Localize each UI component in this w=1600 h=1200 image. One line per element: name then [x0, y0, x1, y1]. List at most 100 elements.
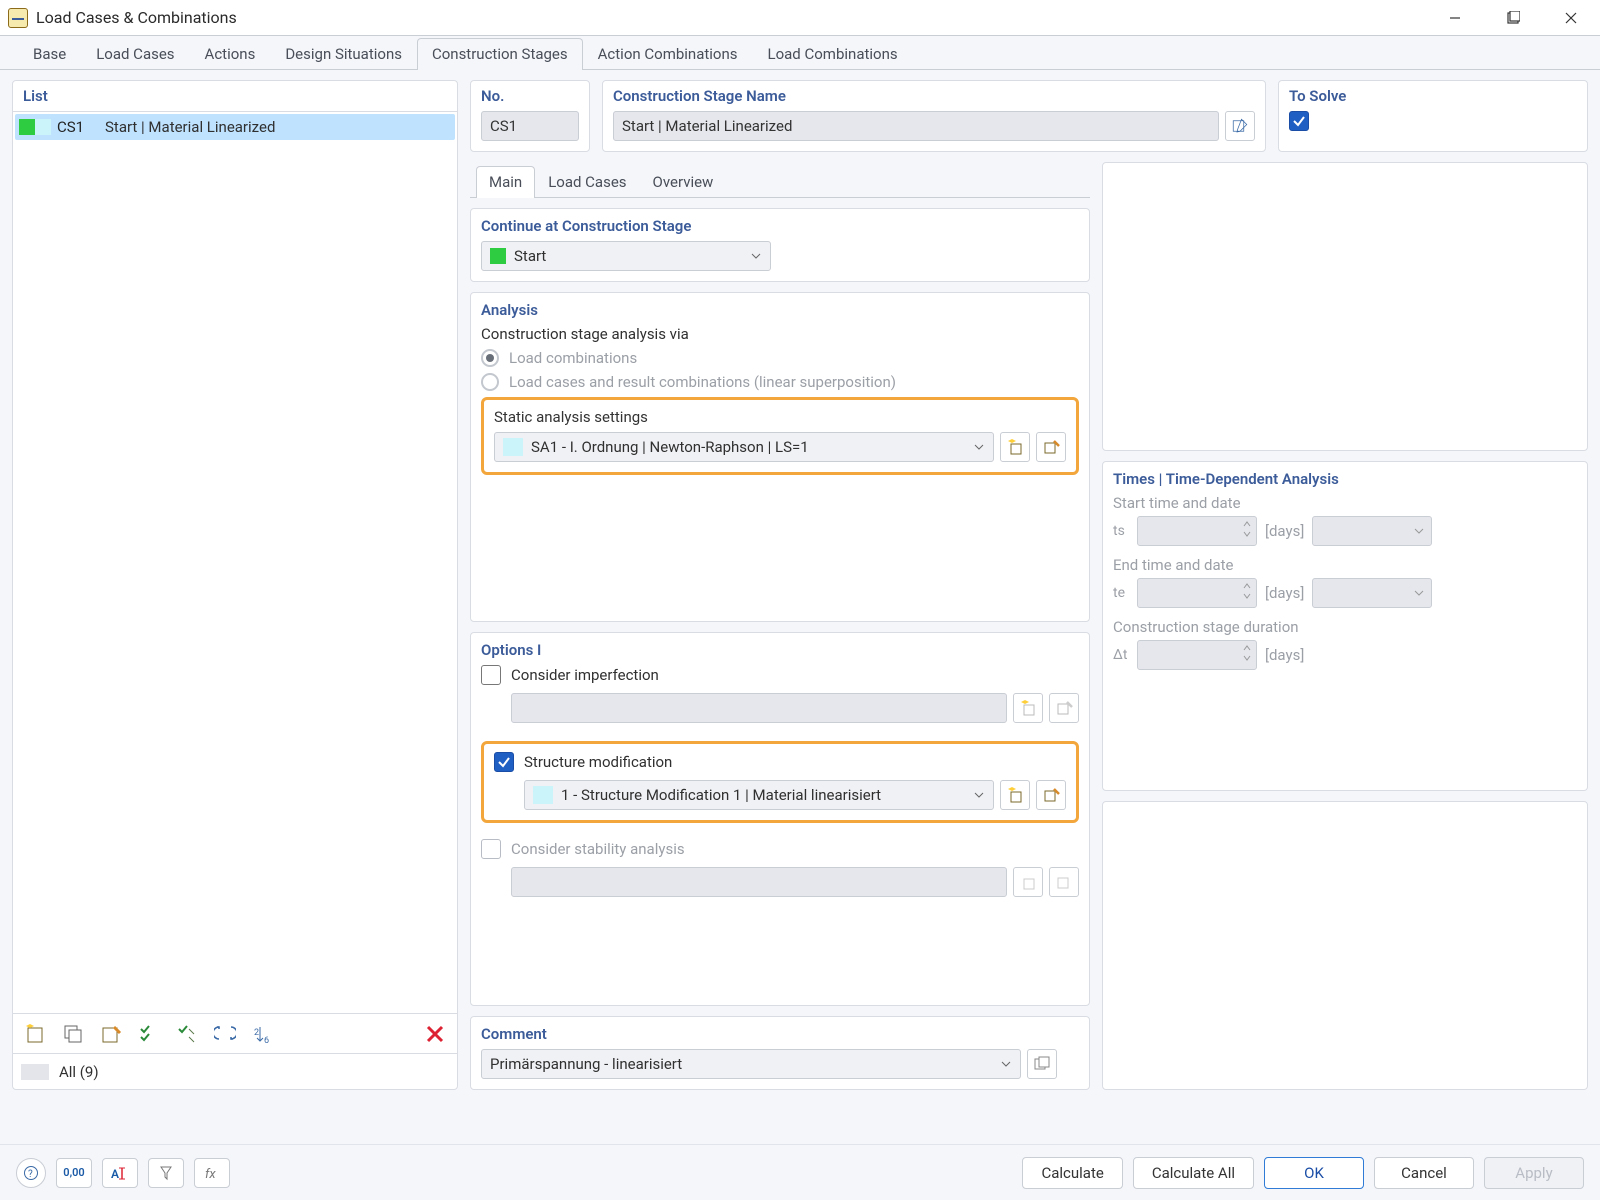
units-symbol-button[interactable]: A [102, 1158, 138, 1188]
svg-text:fx: fx [205, 1167, 216, 1182]
times-group: Times | Time-Dependent Analysis Start ti… [1102, 461, 1588, 791]
static-analysis-dropdown[interactable]: SA1 - I. Ordnung | Newton-Raphson | LS=1 [494, 432, 994, 462]
to-solve-checkbox[interactable] [1289, 111, 1309, 131]
cancel-button[interactable]: Cancel [1374, 1157, 1474, 1189]
no-label: No. [481, 87, 579, 111]
sub-tab-bar: Main Load Cases Overview [470, 166, 1090, 198]
rename-button[interactable] [1225, 111, 1255, 141]
list-item-code: CS1 [57, 118, 99, 136]
comment-value: Primärspannung - linearisiert [490, 1055, 682, 1073]
tab-base[interactable]: Base [18, 38, 81, 70]
comment-library-button[interactable] [1027, 1049, 1057, 1079]
to-solve-label: To Solve [1289, 87, 1577, 111]
app-icon [8, 8, 28, 28]
no-value: CS1 [490, 117, 517, 135]
edit-imperfection-button[interactable] [1049, 693, 1079, 723]
tab-load-combinations[interactable]: Load Combinations [753, 38, 913, 70]
svg-text:2: 2 [254, 1028, 259, 1038]
new-icon[interactable] [21, 1020, 49, 1048]
side-placeholder-bottom [1102, 801, 1588, 1090]
subtab-load-cases[interactable]: Load Cases [535, 166, 639, 198]
tab-actions[interactable]: Actions [190, 38, 271, 70]
chevron-down-icon [973, 441, 985, 453]
tab-construction-stages[interactable]: Construction Stages [417, 38, 583, 70]
maximize-button[interactable] [1484, 0, 1542, 36]
stage-name-value: Start | Material Linearized [622, 117, 792, 135]
edit-structure-modification-button[interactable] [1036, 780, 1066, 810]
continue-dropdown[interactable]: Start [481, 241, 771, 271]
calculate-button[interactable]: Calculate [1022, 1157, 1122, 1189]
title-bar: Load Cases & Combinations [0, 0, 1600, 36]
new-structure-modification-button[interactable] [1000, 780, 1030, 810]
radio-linear-superposition[interactable] [481, 373, 499, 391]
tab-action-combinations[interactable]: Action Combinations [583, 38, 753, 70]
radio-linear-superposition-label: Load cases and result combinations (line… [509, 373, 896, 391]
comment-dropdown[interactable]: Primärspannung - linearisiert [481, 1049, 1021, 1079]
times-title: Times | Time-Dependent Analysis [1113, 470, 1577, 488]
list-body: CS1 Start | Material Linearized [13, 111, 457, 1013]
uncheck-all-icon[interactable] [173, 1020, 201, 1048]
edit-icon[interactable] [97, 1020, 125, 1048]
structure-modification-label: Structure modification [524, 753, 672, 771]
imperfection-dropdown [511, 693, 1007, 723]
tab-design-situations[interactable]: Design Situations [270, 38, 417, 70]
formula-button[interactable]: fx [194, 1158, 230, 1188]
static-analysis-highlight: Static analysis settings SA1 - I. Ordnun… [481, 397, 1079, 475]
analysis-via-label: Construction stage analysis via [481, 325, 1079, 343]
radio-load-combinations-row[interactable]: Load combinations [481, 349, 1079, 367]
options-group: Options I Consider imperfection [470, 632, 1090, 1006]
structure-modification-dropdown[interactable]: 1 - Structure Modification 1 | Material … [524, 780, 994, 810]
filter-swatch [21, 1064, 49, 1080]
list-item[interactable]: CS1 Start | Material Linearized [15, 114, 455, 140]
list-filter-bar[interactable]: All (9) [13, 1053, 457, 1089]
subtab-main[interactable]: Main [476, 166, 535, 198]
list-item-swatches [19, 119, 51, 135]
list-panel: List CS1 Start | Material Linearized 26 [12, 80, 458, 1090]
close-button[interactable] [1542, 0, 1600, 36]
help-button[interactable]: ? [16, 1158, 46, 1188]
new-imperfection-button[interactable] [1013, 693, 1043, 723]
radio-linear-superposition-row[interactable]: Load cases and result combinations (line… [481, 373, 1079, 391]
svg-text:A: A [111, 1167, 119, 1181]
ts-date-dropdown [1312, 516, 1432, 546]
apply-button: Apply [1484, 1157, 1584, 1189]
imperfection-checkbox[interactable] [481, 665, 501, 685]
ok-button[interactable]: OK [1264, 1157, 1364, 1189]
filter-text: All (9) [59, 1063, 99, 1081]
calculate-all-button[interactable]: Calculate All [1133, 1157, 1254, 1189]
units-decimal-button[interactable]: 0,00 [56, 1158, 92, 1188]
radio-load-combinations[interactable] [481, 349, 499, 367]
stage-name-field[interactable]: Start | Material Linearized [613, 111, 1219, 141]
stability-label: Consider stability analysis [511, 840, 685, 858]
copy-icon[interactable] [59, 1020, 87, 1048]
stability-checkbox [481, 839, 501, 859]
structure-modification-checkbox[interactable] [494, 752, 514, 772]
te-date-dropdown [1312, 578, 1432, 608]
analysis-title: Analysis [481, 301, 1079, 319]
sort-icon[interactable]: 26 [249, 1020, 277, 1048]
analysis-group: Analysis Construction stage analysis via… [470, 292, 1090, 622]
options-title: Options I [481, 641, 1079, 659]
start-time-label: Start time and date [1113, 494, 1577, 512]
renumber-icon[interactable] [211, 1020, 239, 1048]
subtab-overview[interactable]: Overview [640, 166, 727, 198]
structure-modification-value: 1 - Structure Modification 1 | Material … [561, 786, 881, 804]
new-stability-button [1013, 867, 1043, 897]
static-analysis-label: Static analysis settings [494, 408, 1066, 426]
chevron-down-icon [973, 789, 985, 801]
minimize-button[interactable] [1426, 0, 1484, 36]
dt-input [1137, 640, 1257, 670]
list-toolbar: 26 [13, 1013, 457, 1053]
edit-static-analysis-button[interactable] [1036, 432, 1066, 462]
ts-input [1137, 516, 1257, 546]
end-time-label: End time and date [1113, 556, 1577, 574]
svg-text:6: 6 [264, 1036, 269, 1045]
tab-load-cases[interactable]: Load Cases [81, 38, 189, 70]
static-analysis-value: SA1 - I. Ordnung | Newton-Raphson | LS=1 [531, 438, 809, 456]
no-field[interactable]: CS1 [481, 111, 579, 141]
delete-icon[interactable] [421, 1020, 449, 1048]
filter-button[interactable] [148, 1158, 184, 1188]
continue-group: Continue at Construction Stage Start [470, 208, 1090, 282]
check-all-icon[interactable] [135, 1020, 163, 1048]
new-static-analysis-button[interactable] [1000, 432, 1030, 462]
